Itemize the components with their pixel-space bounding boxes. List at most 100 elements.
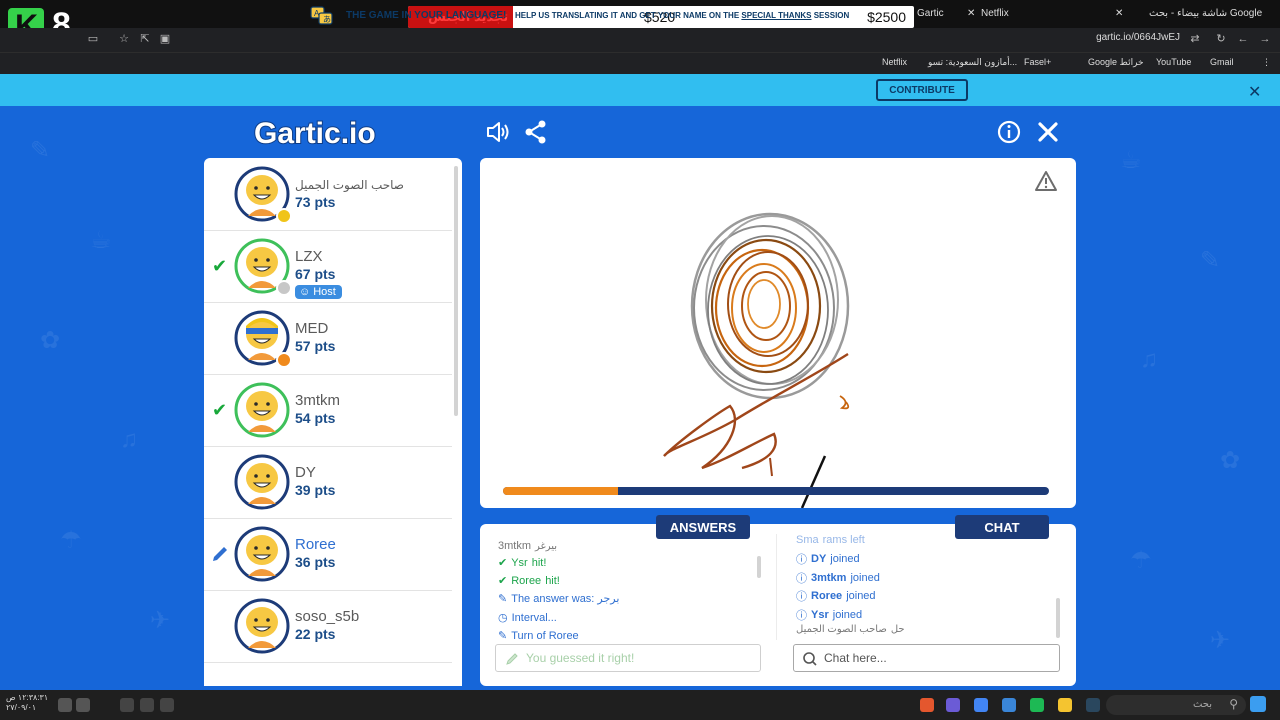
reload-icon[interactable]: ↻ bbox=[1214, 32, 1228, 46]
player-points: 39 pts bbox=[295, 482, 336, 498]
screenshot-icon[interactable]: ▣ bbox=[158, 32, 172, 46]
network-icon[interactable] bbox=[76, 698, 90, 712]
pencil-icon bbox=[506, 653, 518, 665]
clock[interactable]: ١٢:٣٨:٣١ ص ٢٧/٠٩/٠١ bbox=[6, 693, 48, 713]
player-points: 57 pts bbox=[295, 338, 336, 354]
player-row[interactable]: soso_s5b 22 pts bbox=[204, 590, 452, 663]
svg-text:A: A bbox=[314, 9, 320, 18]
chevron-up-icon[interactable] bbox=[160, 698, 174, 712]
settings-icon[interactable]: ⇄ bbox=[1188, 32, 1202, 46]
exit-icon[interactable] bbox=[1034, 118, 1062, 146]
steam-icon[interactable] bbox=[1086, 698, 1100, 712]
special-thanks-link[interactable]: SPECIAL THANKS bbox=[741, 11, 811, 20]
tab-google-search[interactable]: شاشة بيضاء - بحث Google bbox=[1149, 4, 1262, 24]
answer-item: ✎ The answer was: برجر bbox=[498, 593, 620, 605]
answer-item: ✔ Roree hit! bbox=[498, 574, 560, 588]
translation-banner bbox=[0, 74, 1280, 106]
clock-icon: ◷ bbox=[498, 612, 508, 624]
windows-start-icon[interactable] bbox=[1250, 696, 1266, 712]
bookmark-google-maps[interactable]: Google خرائط bbox=[1088, 57, 1144, 68]
bookmark-fasel[interactable]: Fasel+ bbox=[1024, 57, 1051, 67]
folder-icon[interactable] bbox=[1058, 698, 1072, 712]
player-name: DY bbox=[295, 464, 316, 481]
speaker-icon[interactable] bbox=[58, 698, 72, 712]
player-row[interactable]: ✔ LZX 67 pts ☺ Host bbox=[204, 230, 452, 303]
windows-taskbar bbox=[0, 690, 1280, 720]
info-icon: ⓘ bbox=[796, 610, 807, 622]
tab-netflix[interactable]: Netflix bbox=[981, 4, 1009, 24]
player-row[interactable]: DY 39 pts bbox=[204, 446, 452, 519]
pencil-icon: ✎ bbox=[498, 630, 508, 640]
player-row[interactable]: صاحب الصوت الجميل 73 pts bbox=[204, 158, 452, 231]
more-icon[interactable]: ⋮ bbox=[1262, 57, 1271, 68]
player-row[interactable]: Roree 36 pts bbox=[204, 518, 452, 591]
tab-sidebar-icon[interactable]: ▭ bbox=[86, 32, 100, 46]
bookmark-netflix[interactable]: Netflix bbox=[882, 57, 907, 67]
player-name: MED bbox=[295, 320, 329, 337]
bookmark-amazon[interactable]: أمازون السعودية: تسو... bbox=[928, 57, 1017, 68]
chrome-icon[interactable] bbox=[974, 698, 988, 712]
answer-item: ✔ Ysr hit! bbox=[498, 556, 547, 570]
taskbar-search[interactable]: بحث ⚲ bbox=[1106, 695, 1246, 715]
back-icon[interactable]: ← bbox=[1236, 32, 1250, 46]
answers-list[interactable]: 3mtkm بيرغر ✔ Ysr hit! ✔ Roree hit! ✎ The answ… bbox=[498, 540, 768, 640]
player-points: 22 pts bbox=[295, 626, 336, 642]
brave-icon[interactable] bbox=[920, 698, 934, 712]
xbox-icon[interactable] bbox=[1030, 698, 1044, 712]
bookmarks-bar: Netflix أمازون السعودية: تسو... Fasel+ G… bbox=[0, 52, 1280, 75]
svg-text:あ: あ bbox=[323, 15, 331, 24]
notifications-icon[interactable] bbox=[140, 698, 154, 712]
sound-icon[interactable] bbox=[484, 118, 512, 146]
address-bar: ▭ ☆ ⇱ ▣ gartic.io/0664JwEJ ⇄ ↻ ← → bbox=[0, 28, 1280, 52]
host-label: Host bbox=[313, 286, 336, 298]
check-icon: ✔ bbox=[212, 256, 228, 276]
chat-field[interactable] bbox=[793, 644, 1060, 672]
chat-input[interactable] bbox=[824, 651, 1044, 665]
app-icon[interactable] bbox=[1002, 698, 1016, 712]
player-points: 54 pts bbox=[295, 410, 336, 426]
player-row[interactable]: MED 57 pts bbox=[204, 302, 452, 375]
answers-scrollbar[interactable] bbox=[757, 556, 761, 578]
chat-scrollbar[interactable] bbox=[1056, 598, 1060, 638]
player-name: soso_s5b bbox=[295, 608, 360, 625]
info-icon[interactable] bbox=[995, 118, 1023, 146]
status-dot bbox=[276, 280, 292, 296]
app-icon[interactable] bbox=[946, 698, 960, 712]
round-timer-bar bbox=[503, 487, 1049, 495]
tab-gartic[interactable]: Gartic bbox=[917, 4, 944, 24]
share-icon[interactable]: ⇱ bbox=[138, 32, 152, 46]
star-icon[interactable]: ☆ bbox=[117, 32, 131, 46]
close-icon[interactable]: ✕ bbox=[1115, 4, 1123, 24]
check-icon: ✔ bbox=[498, 557, 508, 569]
answer-item: 3mtkm بيرغر bbox=[498, 540, 558, 552]
player-row[interactable]: ✔ 3mtkm 54 pts bbox=[204, 374, 452, 447]
bookmark-gmail[interactable]: Gmail bbox=[1210, 57, 1234, 67]
chat-list[interactable]: Sma rams left ⓘ DY joined ⓘ 3mtkm joined ⓘ Ror… bbox=[796, 534, 1056, 638]
player-points: 36 pts bbox=[295, 554, 336, 570]
share-icon[interactable] bbox=[522, 118, 550, 146]
bookmark-youtube[interactable]: YouTube bbox=[1156, 57, 1191, 67]
column-divider bbox=[776, 534, 777, 640]
player-name: Roree bbox=[295, 536, 336, 553]
answer-input[interactable] bbox=[526, 651, 746, 665]
report-icon[interactable] bbox=[1034, 170, 1058, 192]
chat-item: ⓘ Ysr joined bbox=[796, 609, 863, 622]
close-icon[interactable]: ✕ bbox=[1248, 82, 1261, 102]
donation-goal: $2500 bbox=[867, 9, 906, 25]
close-icon[interactable]: ✕ bbox=[967, 4, 975, 24]
info-icon: ⓘ bbox=[796, 554, 807, 566]
mic-icon[interactable] bbox=[120, 698, 134, 712]
chat-item: ⓘ DY joined bbox=[796, 553, 860, 566]
pencil-icon: ✎ bbox=[498, 593, 508, 605]
host-badge: ☺ Host bbox=[295, 285, 342, 299]
forward-icon[interactable]: → bbox=[1258, 32, 1272, 46]
contribute-button[interactable]: CONTRIBUTE bbox=[876, 79, 968, 101]
player-list-scrollbar[interactable] bbox=[454, 166, 458, 416]
drawing-canvas[interactable] bbox=[480, 158, 1076, 508]
svg-text:Gartic.io: Gartic.io bbox=[254, 117, 376, 150]
answer-field[interactable] bbox=[495, 644, 761, 672]
chat-item: ⓘ 3mtkm joined bbox=[796, 572, 880, 585]
url-text[interactable]: gartic.io/0664JwEJ bbox=[1096, 32, 1180, 43]
banner-title: THE GAME IN YOUR LANGUAGE! bbox=[346, 10, 507, 21]
info-icon: ⓘ bbox=[796, 591, 807, 603]
